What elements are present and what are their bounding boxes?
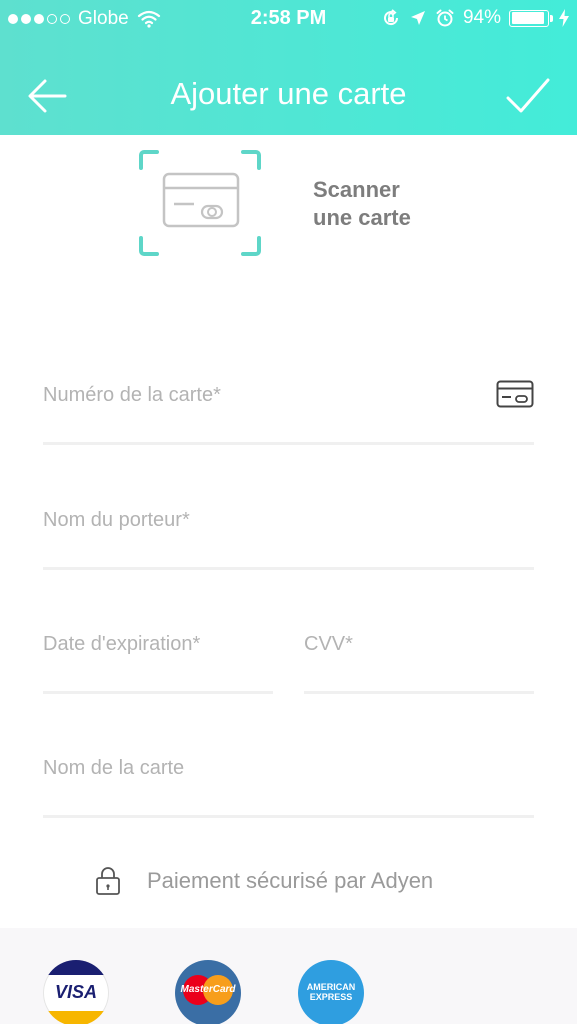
secure-payment-notice: Paiement sécurisé par Adyen: [95, 866, 433, 896]
mastercard-logo-text: MasterCard: [180, 984, 236, 995]
confirm-checkmark-icon[interactable]: [505, 74, 551, 118]
scan-label-line2: une carte: [313, 205, 411, 230]
status-right: 94%: [381, 7, 569, 29]
page-title: Ajouter une carte: [170, 76, 407, 111]
scan-card-label[interactable]: Scanner une carte: [313, 176, 473, 232]
expiry-date-input[interactable]: [43, 633, 273, 656]
amex-logo: AMERICAN EXPRESS: [298, 960, 364, 1024]
lock-icon: [96, 867, 120, 895]
card-number-input[interactable]: [43, 384, 483, 407]
scan-card-icon[interactable]: [138, 150, 262, 256]
rotation-lock-icon: [384, 9, 398, 26]
charging-icon: [559, 9, 569, 27]
expiry-date-field: [43, 633, 273, 694]
cvv-field: [304, 633, 534, 694]
cvv-input[interactable]: [304, 633, 534, 656]
holder-name-field: [43, 509, 534, 570]
visa-logo-text: VISA: [54, 982, 97, 1002]
status-bar: Globe 2:58 PM 94%: [0, 0, 577, 38]
scan-label-line1: Scanner: [313, 177, 400, 202]
holder-name-input[interactable]: [43, 509, 534, 532]
alarm-icon: [436, 9, 454, 27]
header: Globe 2:58 PM 94% Ajouter une carte: [0, 0, 577, 135]
card-brands-footer: VISA MasterCard AMERICAN EXPRESS: [0, 928, 577, 1024]
amex-logo-text: AMERICAN EXPRESS: [306, 982, 356, 1002]
card-number-field: [43, 380, 534, 445]
battery-icon: [509, 9, 553, 27]
battery-percent: 94%: [462, 7, 501, 28]
card-name-input[interactable]: [43, 757, 534, 780]
secure-payment-text: Paiement sécurisé par Adyen: [147, 868, 434, 893]
credit-card-icon[interactable]: [496, 380, 534, 408]
location-icon: [410, 11, 425, 25]
visa-logo: VISA: [43, 960, 109, 1024]
mastercard-logo: MasterCard: [175, 960, 241, 1024]
card-name-field: [43, 757, 534, 818]
